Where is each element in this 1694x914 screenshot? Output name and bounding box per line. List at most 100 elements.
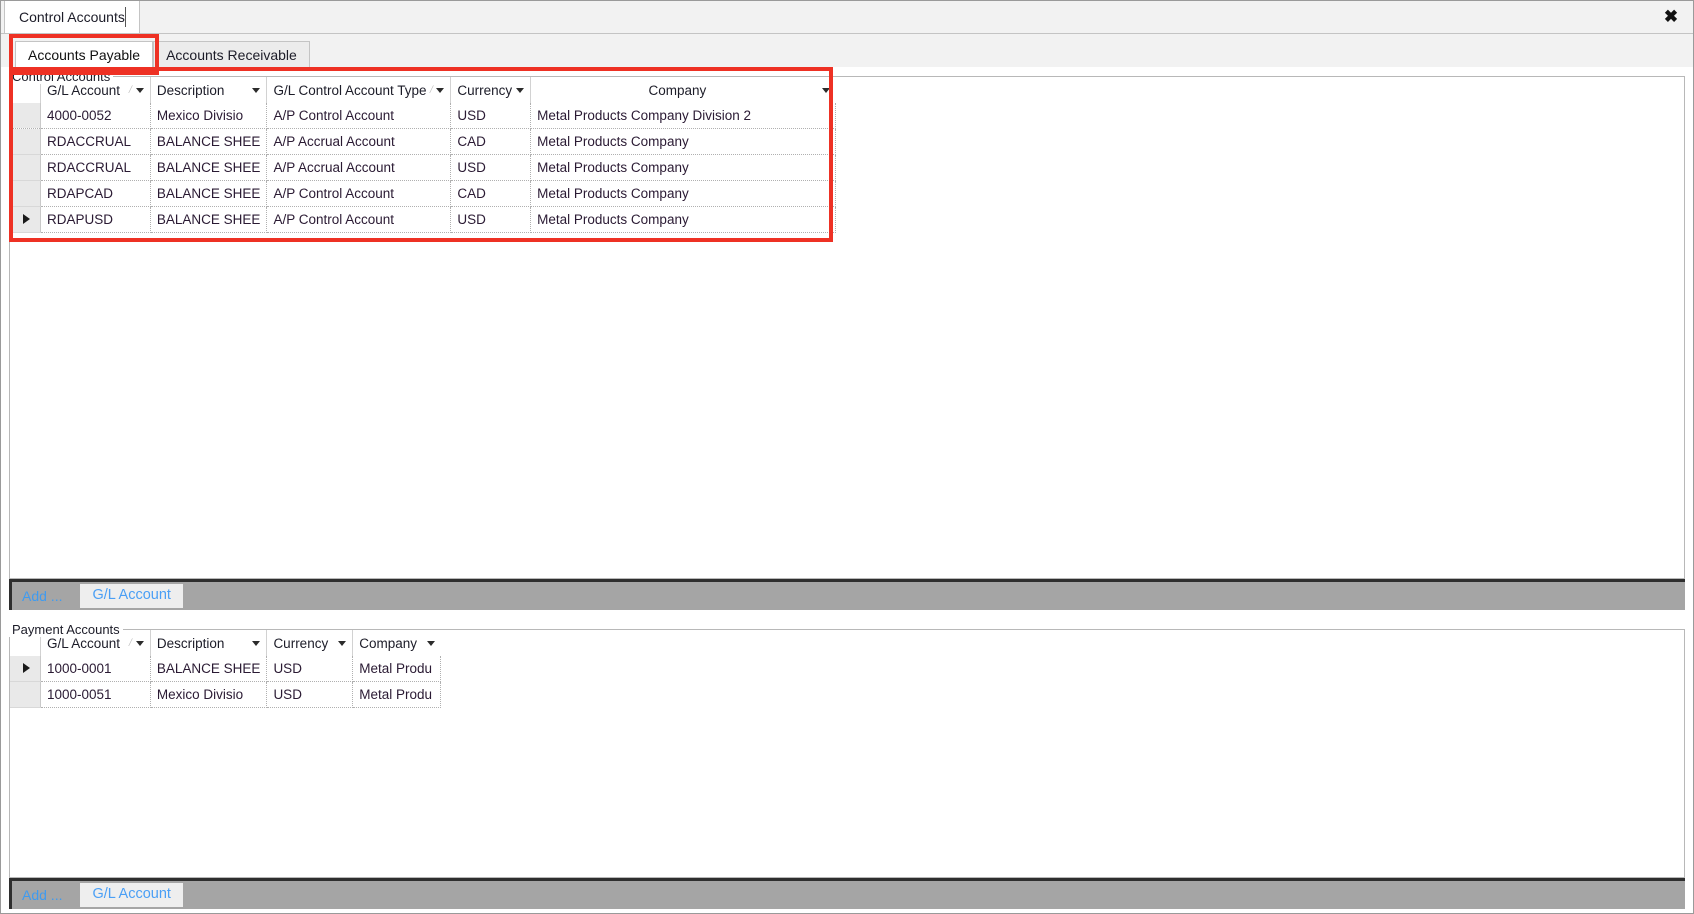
- cell-company: Metal Products Company: [530, 128, 837, 155]
- cell-company: Metal Products Company: [530, 206, 837, 233]
- cell-gl-account: 1000-0001: [40, 656, 151, 682]
- payment-accounts-section: Payment Accounts G/L Account ∕ Descripti…: [1, 620, 1693, 878]
- control-accounts-header-row: G/L Account ∕ Description G/L Control Ac…: [10, 77, 836, 103]
- add-label[interactable]: Add ...: [22, 887, 62, 903]
- tab-content-accounts-payable: Control Accounts G/L Account ∕ Descripti…: [1, 67, 1693, 913]
- row-selector-current[interactable]: [10, 656, 41, 682]
- row-selector[interactable]: [10, 128, 41, 155]
- current-row-arrow-icon: [22, 663, 30, 673]
- cell-description: BALANCE SHEE: [150, 656, 268, 682]
- column-header-currency-label: Currency: [273, 635, 329, 651]
- document-tab-label: Control Accounts: [19, 9, 125, 25]
- control-accounts-section: Control Accounts G/L Account ∕ Descripti…: [1, 67, 1693, 579]
- current-row-arrow-icon: [22, 214, 30, 224]
- add-gl-account-button[interactable]: G/L Account: [80, 882, 183, 908]
- sort-ascending-icon: ∕: [130, 84, 132, 96]
- table-row[interactable]: RDACCRUAL BALANCE SHEE A/P Accrual Accou…: [10, 128, 837, 155]
- control-accounts-grid: G/L Account ∕ Description G/L Control Ac…: [10, 77, 1684, 233]
- cell-description: Mexico Divisio: [150, 103, 268, 129]
- cell-gl-account: RDAPCAD: [40, 180, 151, 207]
- sort-ascending-icon: ∕: [430, 84, 433, 96]
- table-row[interactable]: 1000-0051 Mexico Divisio USD Metal Produ: [10, 681, 442, 708]
- column-header-gl-account-label: G/L Account: [47, 635, 121, 651]
- document-tab-control-accounts[interactable]: Control Accounts: [4, 1, 140, 33]
- cell-currency: CAD: [450, 128, 532, 155]
- chevron-down-icon[interactable]: [516, 87, 525, 93]
- column-header-company-label: Company: [648, 82, 707, 98]
- cell-type: A/P Control Account: [266, 103, 452, 129]
- table-row[interactable]: RDAPUSD BALANCE SHEE A/P Control Account…: [10, 206, 837, 233]
- column-header-company[interactable]: Company: [352, 630, 441, 656]
- table-row[interactable]: RDACCRUAL BALANCE SHEE A/P Accrual Accou…: [10, 154, 837, 181]
- cell-currency: USD: [266, 656, 354, 682]
- table-row[interactable]: 4000-0052 Mexico Divisio A/P Control Acc…: [10, 103, 837, 129]
- cell-currency: USD: [450, 154, 532, 181]
- chevron-down-icon[interactable]: [426, 640, 435, 646]
- add-label[interactable]: Add ...: [22, 588, 62, 604]
- control-accounts-window: Control Accounts ✖ Accounts Payable Acco…: [0, 0, 1694, 914]
- chevron-down-icon[interactable]: [252, 87, 261, 93]
- payment-accounts-frame: G/L Account ∕ Description Currency Compa…: [9, 629, 1685, 878]
- cell-description: BALANCE SHEE: [150, 154, 268, 181]
- payment-accounts-caption: Payment Accounts: [9, 622, 123, 637]
- cell-description: BALANCE SHEE: [150, 128, 268, 155]
- tab-accounts-payable-label: Accounts Payable: [28, 46, 141, 63]
- payment-accounts-rows: 1000-0001 BALANCE SHEE USD Metal Produ 1…: [10, 656, 442, 708]
- cell-currency: USD: [266, 681, 354, 708]
- chevron-down-icon[interactable]: [338, 640, 347, 646]
- table-row[interactable]: 1000-0001 BALANCE SHEE USD Metal Produ: [10, 656, 442, 682]
- tab-accounts-receivable[interactable]: Accounts Receivable: [153, 41, 310, 67]
- close-icon[interactable]: ✖: [1659, 4, 1683, 28]
- control-accounts-addbar: Add ... G/L Account: [9, 579, 1685, 610]
- column-header-currency-label: Currency: [457, 82, 513, 98]
- column-header-company-label: Company: [359, 635, 417, 651]
- cell-currency: USD: [450, 206, 532, 233]
- cell-currency: CAD: [450, 180, 532, 207]
- chevron-down-icon[interactable]: [821, 87, 830, 93]
- cell-type: A/P Control Account: [266, 206, 452, 233]
- column-header-currency[interactable]: Currency: [450, 77, 532, 103]
- row-selector[interactable]: [10, 103, 41, 129]
- cell-company: Metal Products Company Division 2: [530, 103, 837, 129]
- document-tabstrip: Control Accounts ✖: [1, 1, 1693, 34]
- column-header-description-label: Description: [156, 82, 225, 98]
- chevron-down-icon[interactable]: [135, 87, 144, 93]
- cell-gl-account: 4000-0052: [40, 103, 151, 129]
- cell-description: BALANCE SHEE: [150, 180, 268, 207]
- row-selector[interactable]: [10, 681, 41, 708]
- table-row[interactable]: RDAPCAD BALANCE SHEE A/P Control Account…: [10, 180, 837, 207]
- row-selector[interactable]: [10, 180, 41, 207]
- cell-gl-account: RDACCRUAL: [40, 128, 151, 155]
- cell-gl-account: RDAPUSD: [40, 206, 151, 233]
- sort-ascending-icon: ∕: [130, 637, 132, 649]
- control-accounts-caption: Control Accounts: [9, 69, 114, 84]
- chevron-down-icon[interactable]: [252, 640, 261, 646]
- chevron-down-icon[interactable]: [135, 640, 144, 646]
- payment-accounts-grid: G/L Account ∕ Description Currency Compa…: [10, 630, 1684, 708]
- chevron-down-icon[interactable]: [436, 87, 445, 93]
- tab-caret-divider: [125, 7, 126, 27]
- cell-type: A/P Control Account: [266, 180, 452, 207]
- payment-accounts-addbar: Add ... G/L Account: [9, 878, 1685, 909]
- cell-description: Mexico Divisio: [150, 681, 268, 708]
- tab-accounts-payable[interactable]: Accounts Payable: [8, 34, 160, 75]
- row-selector[interactable]: [10, 154, 41, 181]
- row-selector-current[interactable]: [10, 206, 41, 233]
- column-header-gl-control-account-type[interactable]: G/L Control Account Type ∕: [266, 77, 452, 103]
- column-header-description[interactable]: Description: [150, 77, 268, 103]
- column-header-description-label: Description: [156, 635, 225, 651]
- column-header-gl-control-account-type-label: G/L Control Account Type: [273, 82, 427, 98]
- tab-accounts-receivable-label: Accounts Receivable: [166, 46, 297, 63]
- cell-company: Metal Products Company: [530, 154, 837, 181]
- column-header-currency[interactable]: Currency: [266, 630, 354, 656]
- cell-currency: USD: [450, 103, 532, 129]
- cell-company: Metal Produ: [352, 656, 442, 682]
- cell-description: BALANCE SHEE: [150, 206, 268, 233]
- column-header-company[interactable]: Company: [530, 77, 836, 103]
- add-gl-account-button[interactable]: G/L Account: [80, 583, 183, 609]
- module-tabstrip: Accounts Payable Accounts Receivable: [1, 34, 1693, 75]
- column-header-description[interactable]: Description: [150, 630, 268, 656]
- column-header-gl-account-label: G/L Account: [47, 82, 121, 98]
- control-accounts-rows: 4000-0052 Mexico Divisio A/P Control Acc…: [10, 103, 837, 233]
- payment-accounts-table: G/L Account ∕ Description Currency Compa…: [10, 630, 442, 708]
